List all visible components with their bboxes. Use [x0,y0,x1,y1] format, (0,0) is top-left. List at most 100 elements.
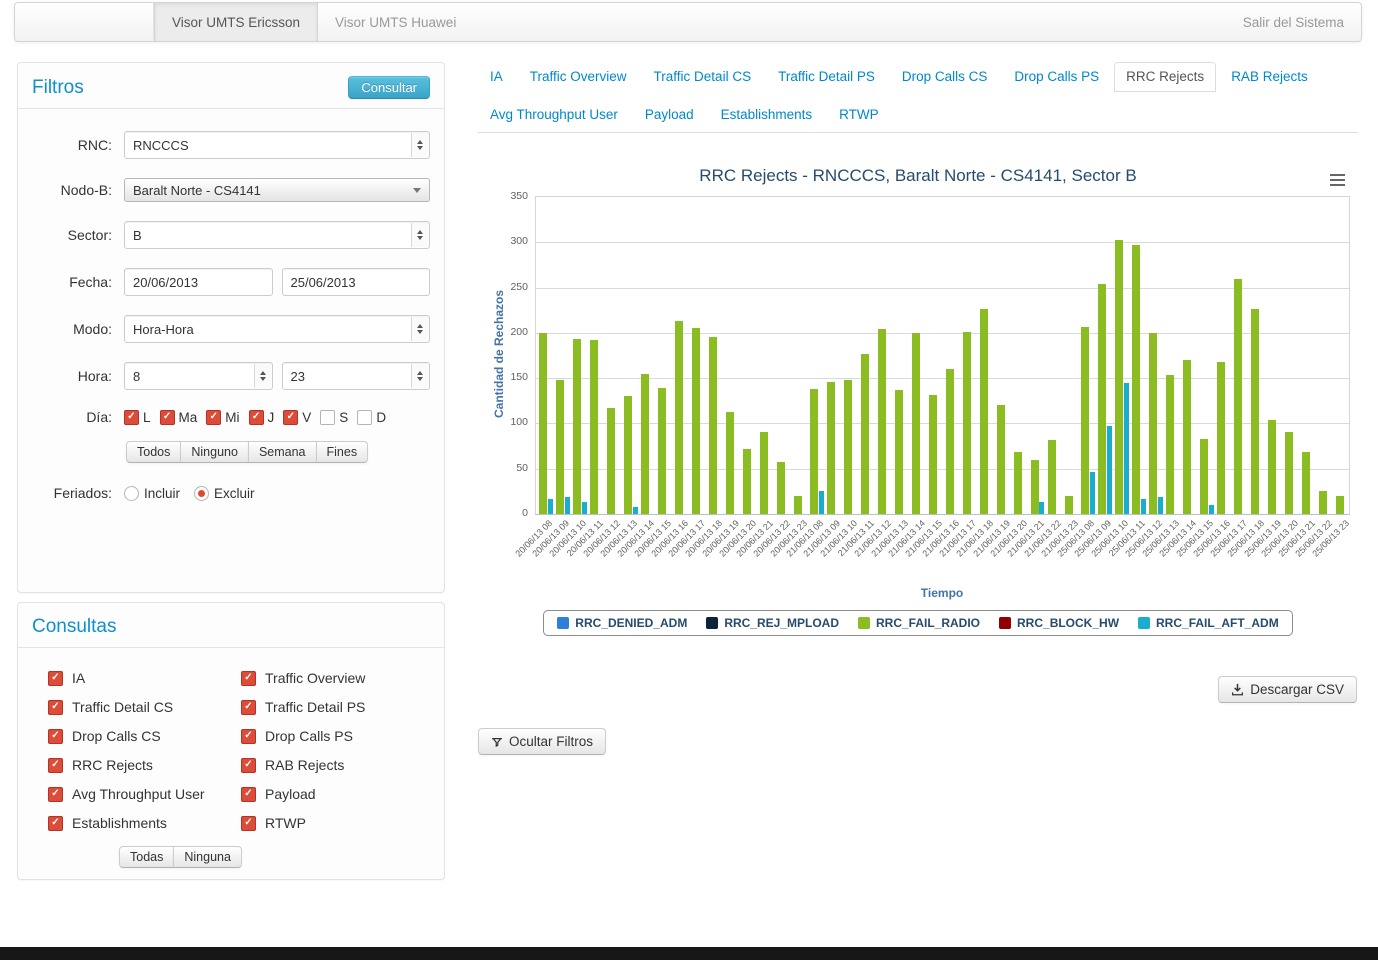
bar-RRC_FAIL_RADIO-21/06/13 20[interactable] [1013,452,1022,514]
bar-RRC_FAIL_AFT_ADM-25/06/13 08[interactable] [1089,472,1095,514]
legend-item-RRC_FAIL_AFT_ADM[interactable]: RRC_FAIL_AFT_ADM [1138,616,1279,630]
bar-RRC_FAIL_RADIO-21/06/13 11[interactable] [861,353,870,514]
bar-RRC_FAIL_RADIO-25/06/13 22[interactable] [1318,491,1327,514]
day-checkbox-v[interactable]: ✓ V [283,409,311,425]
consulta-checkbox-drop-calls-cs[interactable]: ✓ Drop Calls CS [48,728,241,744]
modo-select[interactable]: Hora-Hora [124,315,430,343]
bar-RRC_FAIL_RADIO-25/06/13 23[interactable] [1335,495,1344,514]
bar-RRC_FAIL_AFT_ADM-25/06/13 15[interactable] [1208,504,1214,514]
bar-RRC_FAIL_RADIO-21/06/13 16[interactable] [945,369,954,514]
bar-RRC_FAIL_RADIO-20/06/13 23[interactable] [793,495,802,514]
bar-RRC_FAIL_RADIO-20/06/13 11[interactable] [590,340,599,514]
bar-RRC_FAIL_RADIO-21/06/13 12[interactable] [878,329,887,514]
feriados-option-excluir[interactable]: Excluir [194,485,255,501]
bar-RRC_FAIL_RADIO-20/06/13 08[interactable] [539,332,548,514]
consultar-button[interactable]: Consultar [348,76,430,99]
bar-RRC_FAIL_RADIO-25/06/13 14[interactable] [1183,360,1192,514]
bar-RRC_FAIL_RADIO-25/06/13 12[interactable] [1149,332,1158,514]
checkbox-icon[interactable]: ✓ [48,699,63,715]
bar-RRC_FAIL_AFT_ADM-20/06/13 08[interactable] [547,498,553,514]
day-checkbox-ma[interactable]: ✓ Ma [159,409,197,425]
nav-tab-visor-umts-huawei[interactable]: Visor UMTS Huawei [318,3,473,41]
bar-RRC_FAIL_RADIO-25/06/13 21[interactable] [1301,452,1310,514]
bar-RRC_FAIL_RADIO-25/06/13 11[interactable] [1132,245,1141,514]
bar-RRC_FAIL_RADIO-20/06/13 12[interactable] [607,408,616,514]
bar-RRC_FAIL_RADIO-20/06/13 09[interactable] [556,379,565,514]
consulta-checkbox-traffic-detail-ps[interactable]: ✓ Traffic Detail PS [241,699,434,715]
chart-export-menu-icon[interactable] [1327,171,1348,189]
bar-RRC_FAIL_AFT_ADM-21/06/13 21[interactable] [1039,502,1045,514]
bar-RRC_FAIL_AFT_ADM-20/06/13 09[interactable] [564,496,570,514]
radio-icon[interactable] [194,485,210,501]
day-button-ninguno[interactable]: Ninguno [180,441,249,463]
bar-RRC_FAIL_RADIO-20/06/13 10[interactable] [573,339,582,514]
checkbox-icon[interactable]: ✓ [241,699,256,715]
tab-establishments[interactable]: Establishments [709,100,825,130]
checkbox-icon[interactable]: ✓ [283,409,299,425]
radio-icon[interactable] [124,485,139,501]
bar-RRC_FAIL_RADIO-25/06/13 09[interactable] [1098,283,1107,514]
bar-RRC_FAIL_RADIO-21/06/13 13[interactable] [895,389,904,514]
sector-select[interactable]: B [124,221,430,249]
legend-item-RRC_REJ_MPLOAD[interactable]: RRC_REJ_MPLOAD [706,616,839,630]
bar-RRC_FAIL_RADIO-21/06/13 15[interactable] [929,395,938,514]
consulta-checkbox-establishments[interactable]: ✓ Establishments [48,815,241,831]
tab-drop-calls-ps[interactable]: Drop Calls PS [1002,62,1111,92]
tab-rtwp[interactable]: RTWP [827,100,891,130]
bar-RRC_FAIL_RADIO-25/06/13 08[interactable] [1081,326,1090,514]
checkbox-icon[interactable]: ✓ [48,815,63,831]
feriados-option-incluir[interactable]: Incluir [124,485,180,501]
tab-drop-calls-cs[interactable]: Drop Calls CS [890,62,1000,92]
bar-RRC_FAIL_AFT_ADM-25/06/13 10[interactable] [1123,382,1129,514]
checkbox-icon[interactable]: ✓ [241,757,256,773]
nodob-select[interactable]: Baralt Norte - CS4141 [124,178,430,202]
checkbox-icon[interactable]: ✓ [241,786,256,802]
consulta-checkbox-rrc-rejects[interactable]: ✓ RRC Rejects [48,757,241,773]
consulta-checkbox-traffic-detail-cs[interactable]: ✓ Traffic Detail CS [48,699,241,715]
legend-item-RRC_DENIED_ADM[interactable]: RRC_DENIED_ADM [557,616,687,630]
legend-item-RRC_BLOCK_HW[interactable]: RRC_BLOCK_HW [999,616,1119,630]
consulta-checkbox-rab-rejects[interactable]: ✓ RAB Rejects [241,757,434,773]
hora-to-select[interactable]: 23 [281,362,430,390]
checkbox-icon[interactable]: ✓ [124,409,139,425]
consulta-checkbox-rtwp[interactable]: ✓ RTWP [241,815,434,831]
bar-RRC_FAIL_RADIO-20/06/13 22[interactable] [776,462,785,514]
bar-RRC_FAIL_RADIO-20/06/13 17[interactable] [691,328,700,514]
bar-RRC_FAIL_RADIO-21/06/13 18[interactable] [979,309,988,514]
checkbox-icon[interactable]: ✓ [48,670,63,686]
bar-RRC_FAIL_RADIO-20/06/13 16[interactable] [674,321,683,514]
bar-RRC_FAIL_RADIO-25/06/13 20[interactable] [1284,431,1293,514]
checkbox-icon[interactable]: ✓ [48,728,63,744]
bar-RRC_FAIL_AFT_ADM-25/06/13 09[interactable] [1106,426,1112,514]
checkbox-icon[interactable]: ✓ [48,786,63,802]
consulta-checkbox-drop-calls-ps[interactable]: ✓ Drop Calls PS [241,728,434,744]
checkbox-icon[interactable]: ✓ [248,409,264,425]
day-checkbox-l[interactable]: ✓ L [124,409,151,425]
descargar-csv-button[interactable]: Descargar CSV [1218,676,1357,703]
bar-RRC_FAIL_RADIO-21/06/13 08[interactable] [810,389,819,514]
bar-RRC_FAIL_RADIO-20/06/13 18[interactable] [708,337,717,514]
bar-RRC_FAIL_AFT_ADM-21/06/13 08[interactable] [818,491,824,514]
bar-RRC_FAIL_AFT_ADM-25/06/13 12[interactable] [1157,496,1163,514]
bar-RRC_FAIL_RADIO-25/06/13 13[interactable] [1166,374,1175,514]
tab-rab-rejects[interactable]: RAB Rejects [1219,62,1320,92]
tab-traffic-detail-cs[interactable]: Traffic Detail CS [642,62,764,92]
consulta-checkbox-payload[interactable]: ✓ Payload [241,786,434,802]
bar-RRC_FAIL_RADIO-25/06/13 15[interactable] [1200,438,1209,514]
bar-RRC_FAIL_AFT_ADM-20/06/13 10[interactable] [581,502,587,514]
bar-RRC_FAIL_AFT_ADM-25/06/13 11[interactable] [1140,498,1146,514]
bar-RRC_FAIL_RADIO-20/06/13 13[interactable] [624,396,633,514]
bar-RRC_FAIL_RADIO-20/06/13 20[interactable] [742,448,751,514]
day-button-fines[interactable]: Fines [315,441,369,463]
bar-RRC_FAIL_RADIO-25/06/13 10[interactable] [1115,239,1124,514]
bar-RRC_FAIL_RADIO-20/06/13 19[interactable] [725,411,734,514]
consulta-checkbox-traffic-overview[interactable]: ✓ Traffic Overview [241,670,434,686]
day-checkbox-d[interactable]: D [357,409,386,425]
fecha-from-input[interactable] [124,268,273,296]
tab-rrc-rejects[interactable]: RRC Rejects [1114,62,1217,92]
bar-RRC_FAIL_RADIO-25/06/13 16[interactable] [1216,361,1225,514]
bar-RRC_FAIL_AFT_ADM-20/06/13 13[interactable] [632,506,638,514]
nav-tab-visor-umts-ericsson[interactable]: Visor UMTS Ericsson [154,3,319,41]
bar-RRC_FAIL_RADIO-21/06/13 21[interactable] [1030,459,1039,514]
bar-RRC_FAIL_RADIO-20/06/13 21[interactable] [759,431,768,514]
